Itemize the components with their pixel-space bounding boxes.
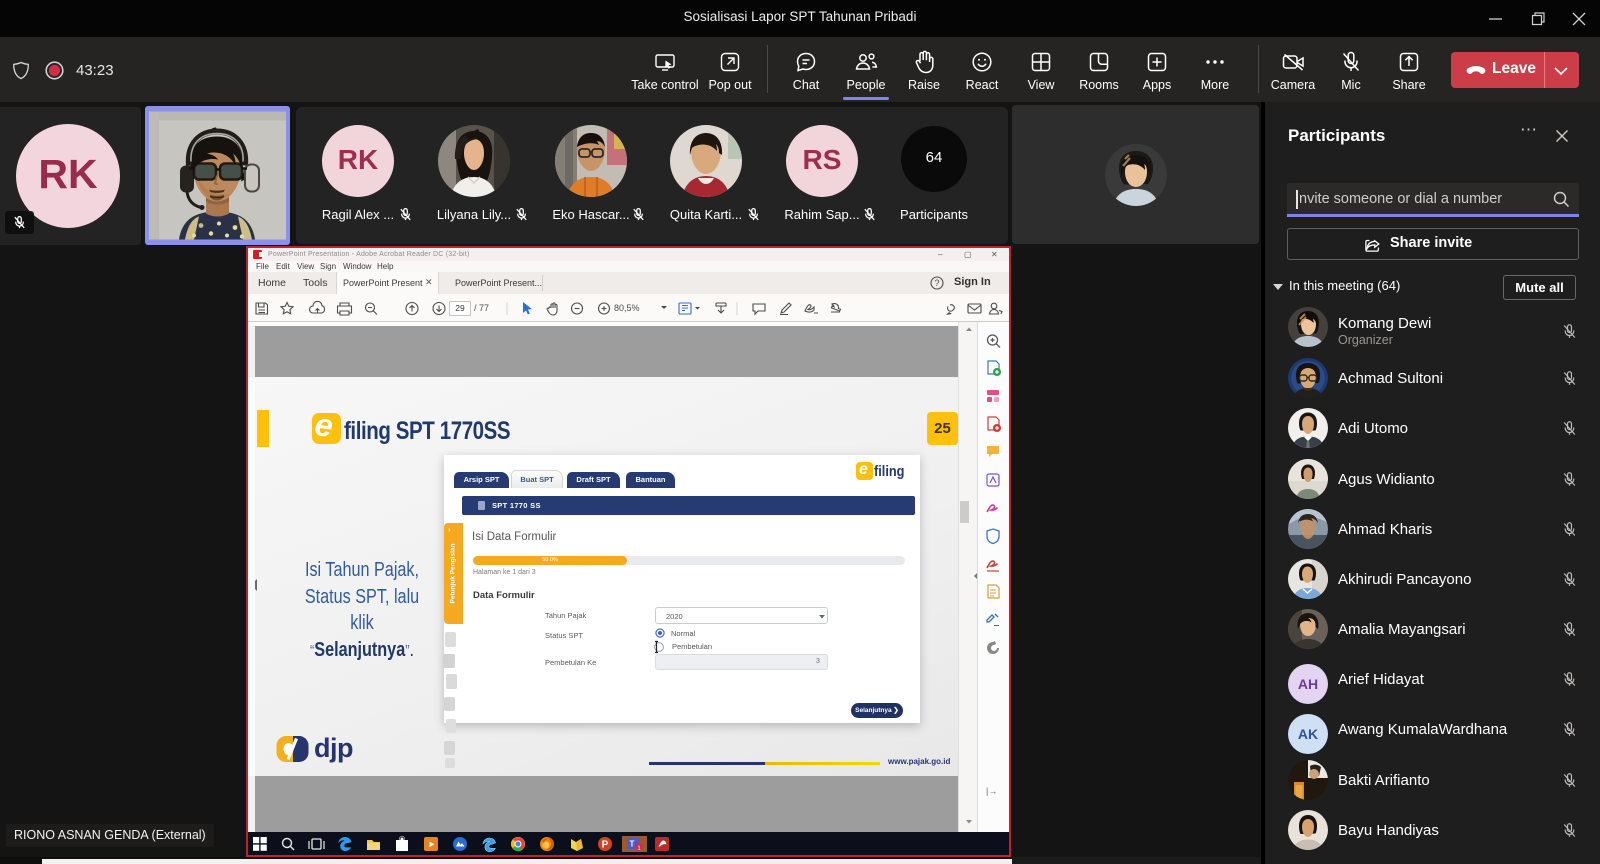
- svg-text:T: T: [630, 840, 635, 849]
- svg-text:P: P: [602, 840, 609, 851]
- svg-text:?: ?: [934, 278, 939, 288]
